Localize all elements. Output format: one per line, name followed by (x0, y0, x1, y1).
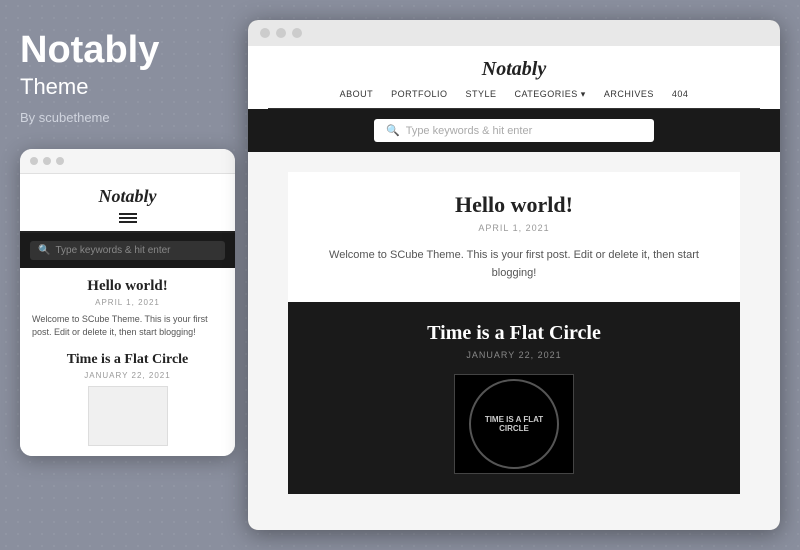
dot-2 (43, 157, 51, 165)
nav-style[interactable]: STYLE (465, 89, 496, 100)
left-panel: Notably Theme By scubetheme Notably 🔍 Ty… (0, 0, 248, 550)
mobile-post-title-2: Time is a Flat Circle (32, 352, 223, 368)
circle-text-image: TIME IS A FLAT CIRCLE (469, 379, 559, 469)
mobile-post-date-1: APRIL 1, 2021 (32, 298, 223, 307)
mobile-site-title: Notably (30, 186, 225, 207)
desktop-post-image-2: TIME IS A FLAT CIRCLE (454, 374, 574, 474)
mobile-content: Hello world! APRIL 1, 2021 Welcome to SC… (20, 268, 235, 456)
mobile-post-title-1: Hello world! (32, 278, 223, 295)
desktop-post-title-1: Hello world! (318, 192, 710, 218)
desktop-search-icon: 🔍 (386, 124, 400, 137)
nav-about[interactable]: ABOUT (340, 89, 374, 100)
mobile-search-bar: 🔍 Type keywords & hit enter (20, 233, 235, 268)
mobile-menu-icon[interactable] (30, 213, 225, 223)
desktop-post-1: Hello world! APRIL 1, 2021 Welcome to SC… (288, 172, 740, 302)
desktop-titlebar (248, 20, 780, 46)
desktop-site-title: Notably (268, 58, 760, 81)
desktop-site-header: Notably ABOUT PORTFOLIO STYLE CATEGORIES… (248, 46, 780, 109)
desktop-dot-1 (260, 28, 270, 38)
desktop-post-2: Time is a Flat Circle JANUARY 22, 2021 T… (288, 302, 740, 494)
nav-archives[interactable]: ARCHIVES (604, 89, 654, 100)
desktop-post-excerpt-1: Welcome to SCube Theme. This is your fir… (318, 247, 710, 282)
mobile-post-image-2 (88, 386, 168, 446)
mobile-post-excerpt-1: Welcome to SCube Theme. This is your fir… (32, 313, 223, 340)
nav-portfolio[interactable]: PORTFOLIO (391, 89, 447, 100)
right-panel: Notably ABOUT PORTFOLIO STYLE CATEGORIES… (248, 0, 800, 550)
mobile-header: Notably (20, 174, 235, 233)
desktop-post-date-1: APRIL 1, 2021 (318, 223, 710, 233)
search-icon: 🔍 (38, 245, 50, 256)
mobile-post-date-2: JANUARY 22, 2021 (32, 371, 223, 380)
theme-author: By scubetheme (20, 110, 110, 125)
desktop-search-placeholder: Type keywords & hit enter (406, 125, 533, 137)
mobile-search-box[interactable]: 🔍 Type keywords & hit enter (30, 241, 225, 260)
desktop-browser-content: Notably ABOUT PORTFOLIO STYLE CATEGORIES… (248, 46, 780, 530)
desktop-search-input[interactable]: 🔍 Type keywords & hit enter (374, 119, 654, 142)
dot-1 (30, 157, 38, 165)
desktop-post-date-2: JANUARY 22, 2021 (466, 350, 561, 360)
hamburger-icon[interactable] (119, 213, 137, 223)
mobile-mockup: Notably 🔍 Type keywords & hit enter Hell… (20, 149, 235, 456)
dot-3 (56, 157, 64, 165)
theme-title: Notably (20, 30, 159, 72)
desktop-post-title-2: Time is a Flat Circle (427, 322, 601, 345)
theme-subtitle: Theme (20, 74, 88, 100)
nav-404[interactable]: 404 (672, 89, 689, 100)
desktop-posts: Hello world! APRIL 1, 2021 Welcome to SC… (248, 152, 780, 530)
desktop-search-bar: 🔍 Type keywords & hit enter (248, 109, 780, 152)
mobile-titlebar (20, 149, 235, 174)
desktop-dot-3 (292, 28, 302, 38)
desktop-nav: ABOUT PORTFOLIO STYLE CATEGORIES ▾ ARCHI… (268, 89, 760, 109)
nav-categories[interactable]: CATEGORIES ▾ (514, 89, 585, 100)
desktop-mockup: Notably ABOUT PORTFOLIO STYLE CATEGORIES… (248, 20, 780, 530)
desktop-dot-2 (276, 28, 286, 38)
mobile-search-placeholder: Type keywords & hit enter (55, 245, 170, 256)
